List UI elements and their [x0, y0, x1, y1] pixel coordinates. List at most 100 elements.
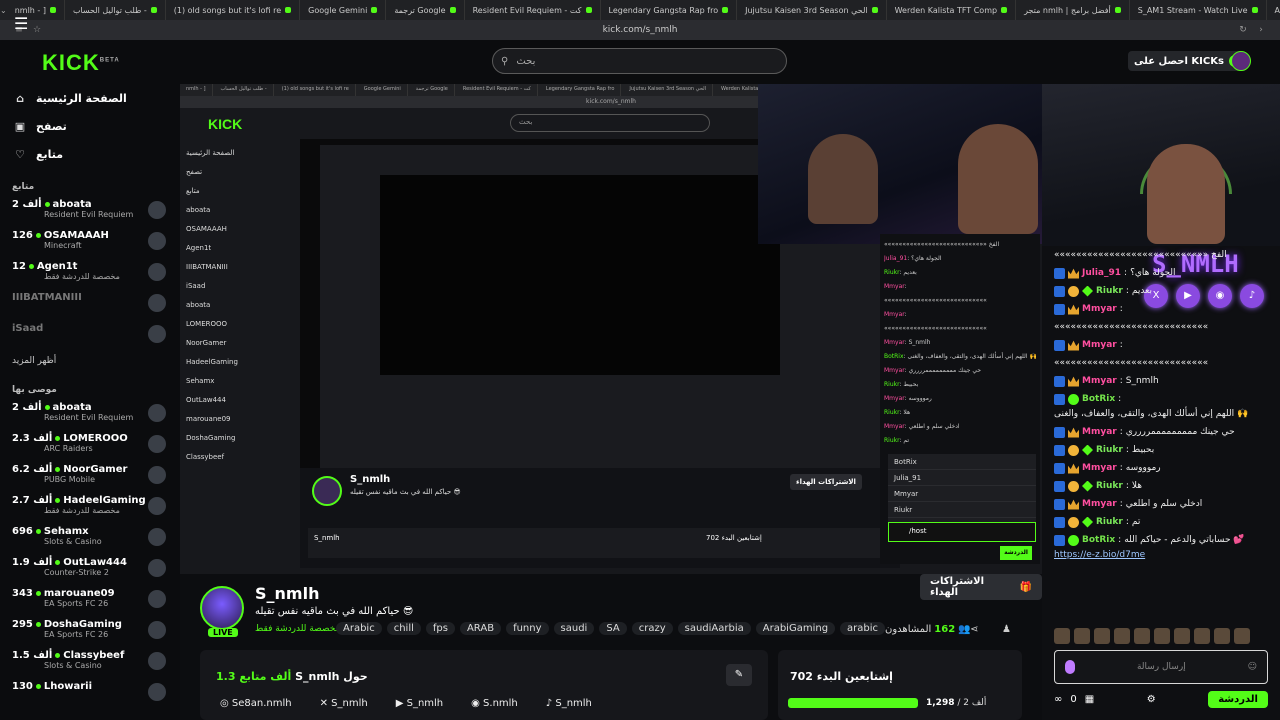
user-avatar[interactable] [1231, 51, 1251, 71]
url-text[interactable]: kick.com/s_nmlh [46, 25, 1234, 35]
browser-tab[interactable]: Jujutsu Kaisen 3rd Season الحي [737, 0, 887, 20]
emote-icon[interactable] [1094, 628, 1110, 644]
tab-menu-icon[interactable]: ⌄ [0, 6, 7, 15]
stream-tag[interactable]: Arabic [336, 622, 382, 635]
chat-send-button[interactable]: الدردشة [1208, 690, 1268, 708]
stream-tag[interactable]: ArabiGaming [755, 622, 836, 635]
sidebar-channel[interactable]: 2.7 ألف HadeelGaming مخصصة للدردشة فقط [0, 492, 180, 523]
sidebar-nav-item[interactable]: ▣ تصفح [0, 112, 180, 140]
back-icon[interactable]: › [1252, 25, 1270, 35]
channel-avatar[interactable] [200, 586, 244, 630]
chat-username[interactable]: Riukr [1096, 444, 1123, 456]
social-link[interactable]: ◉ S.nmlh [471, 698, 518, 709]
tab-favicon-icon [285, 7, 292, 13]
show-more-link[interactable]: أظهر المزيد [0, 351, 180, 371]
chat-username[interactable]: Riukr [1096, 516, 1123, 528]
emote-icon[interactable] [1054, 628, 1070, 644]
stream-video[interactable]: nmlh - ] طلب تواليل الحساب - (1) old songs… [180, 84, 1042, 574]
follow-icon[interactable]: ♟ [1002, 624, 1011, 635]
sidebar-channel-avatar [148, 528, 166, 546]
chat-username[interactable]: Mmyar [1082, 462, 1117, 474]
hamburger-icon[interactable]: ☰ [14, 14, 28, 33]
sidebar-channel-name: IIIBATMANIII [12, 289, 168, 303]
emote-icon[interactable] [1114, 628, 1130, 644]
browser-tab[interactable]: Agen1t Stream - Watch [1267, 0, 1280, 20]
browser-tab[interactable]: طلب تواليل الحساب - [65, 0, 166, 20]
browser-tab[interactable]: Legendary Gangsta Rap fro [601, 0, 738, 20]
browser-tab[interactable]: (1) old songs but it's lofi re [166, 0, 301, 20]
stream-tag[interactable]: crazy [631, 622, 673, 635]
browser-tab[interactable]: متجر nmlh | أفضل برامج [1016, 0, 1130, 20]
sidebar-channel[interactable]: 1.5 ألف Classybeef Slots & Casino [0, 647, 180, 678]
social-link[interactable]: ♪ S_nmlh [546, 698, 592, 709]
browser-tab[interactable]: S_AM1 Stream - Watch Live [1130, 0, 1267, 20]
emote-icon[interactable] [1154, 628, 1170, 644]
sidebar-channel[interactable]: 2 ألف aboata Resident Evil Requiem [0, 196, 180, 227]
chat-username[interactable]: Mmyar [1082, 498, 1117, 510]
mic-icon[interactable] [1065, 660, 1075, 674]
sidebar-channel[interactable]: 1.9 ألف OutLaw444 Counter-Strike 2 [0, 554, 180, 585]
chat-input[interactable]: إرسال رسالة ☺ [1054, 650, 1268, 684]
get-kicks-button[interactable]: احصل على KICKs k [1128, 51, 1247, 71]
browser-tab[interactable]: Resident Evil Requiem - كت [465, 0, 601, 20]
stream-category[interactable]: مخصصة للدردشة فقط [255, 624, 340, 634]
emote-icon[interactable] [1134, 628, 1150, 644]
reload-icon[interactable]: ↻ [1234, 25, 1252, 35]
sidebar-nav-item[interactable]: ⌂ الصفحة الرئيسية [0, 84, 180, 112]
stream-tag[interactable]: funny [506, 622, 549, 635]
chat-username[interactable]: BotRix [1082, 393, 1115, 405]
emote-icon[interactable] [1234, 628, 1250, 644]
sidebar-nav-item[interactable]: ♡ متابع [0, 140, 180, 168]
chat-username[interactable]: BotRix [1082, 534, 1115, 546]
chat-username[interactable]: Julia_91 [1082, 267, 1121, 279]
sidebar-channel[interactable]: 6.2 ألف NoorGamer PUBG Mobile [0, 461, 180, 492]
chat-username[interactable]: Mmyar [1082, 426, 1117, 438]
sidebar-channel[interactable]: 126 OSAMAAAH Minecraft [0, 227, 180, 258]
chat-username[interactable]: Riukr [1096, 480, 1123, 492]
sidebar-channel[interactable]: IIIBATMANIII [0, 289, 180, 320]
stream-tag[interactable]: fps [425, 622, 455, 635]
browser-tab[interactable]: Werden Kalista TFT Comp [887, 0, 1017, 20]
sidebar-channel[interactable]: 12 Agen1t مخصصة للدردشة فقط [0, 258, 180, 289]
chat-text: حي جينك مممممممممرررري [1125, 427, 1235, 437]
stream-tag[interactable]: saudiAarbia [677, 622, 751, 635]
chat-username[interactable]: Mmyar [1082, 303, 1117, 315]
edit-icon[interactable]: ✎ [726, 664, 752, 686]
nested-chat-text: بحبيط [903, 381, 919, 388]
channel-name[interactable]: S_nmlh [255, 584, 319, 603]
social-link[interactable]: ✕ S_nmlh [320, 698, 368, 709]
chat-username[interactable]: Mmyar [1082, 375, 1117, 387]
emoji-icon[interactable]: ☺ [1248, 662, 1257, 672]
social-link[interactable]: ▶ S_nmlh [396, 698, 443, 709]
sidebar-channel[interactable]: 2.3 ألف LOMEROOO ARC Raiders [0, 430, 180, 461]
infinity-icon[interactable]: ∞ [1054, 694, 1062, 705]
subscribe-gifts-button[interactable]: الاشتراكات الهداء 🎁 [920, 574, 1042, 600]
chat-username[interactable]: Mmyar [1082, 339, 1117, 351]
chat-username[interactable]: Riukr [1096, 285, 1123, 297]
stream-tag[interactable]: arabic [840, 622, 886, 635]
sidebar-channel[interactable]: 130 Lhowarii [0, 678, 180, 709]
sidebar-channel[interactable]: 2 ألف aboata Resident Evil Requiem [0, 399, 180, 430]
search-input[interactable]: ⚲ بحث [492, 48, 787, 74]
social-link[interactable]: ◎ Se8an.nmlh [220, 698, 292, 709]
gift-icon[interactable]: ▦ [1085, 694, 1094, 705]
settings-icon[interactable]: ⚙ [1147, 694, 1156, 705]
chat-link[interactable]: https://e-z.bio/d7me [1054, 549, 1145, 561]
stream-tag[interactable]: SA [599, 622, 627, 635]
emote-icon[interactable] [1194, 628, 1210, 644]
stream-tag[interactable]: chill [386, 622, 421, 635]
emote-icon[interactable] [1214, 628, 1230, 644]
sidebar-channel[interactable]: 696 Sehamx Slots & Casino [0, 523, 180, 554]
emote-icon[interactable] [1174, 628, 1190, 644]
sidebar-channel[interactable]: 343 marouane09 EA Sports FC 26 [0, 585, 180, 616]
stream-tag[interactable]: ARAB [459, 622, 502, 635]
stream-tag[interactable]: saudi [553, 622, 595, 635]
browser-tab[interactable]: Google Gemini [300, 0, 387, 20]
bookmark-icon[interactable]: ☆ [28, 25, 46, 35]
sidebar-channel[interactable]: iSaad [0, 320, 180, 351]
kick-logo[interactable]: KICKBETA [42, 50, 120, 76]
emote-icon[interactable] [1074, 628, 1090, 644]
share-icon[interactable]: ⋖ [970, 624, 978, 635]
sidebar-channel[interactable]: 295 DoshaGaming EA Sports FC 26 [0, 616, 180, 647]
browser-tab[interactable]: ترجمة Google [386, 0, 465, 20]
